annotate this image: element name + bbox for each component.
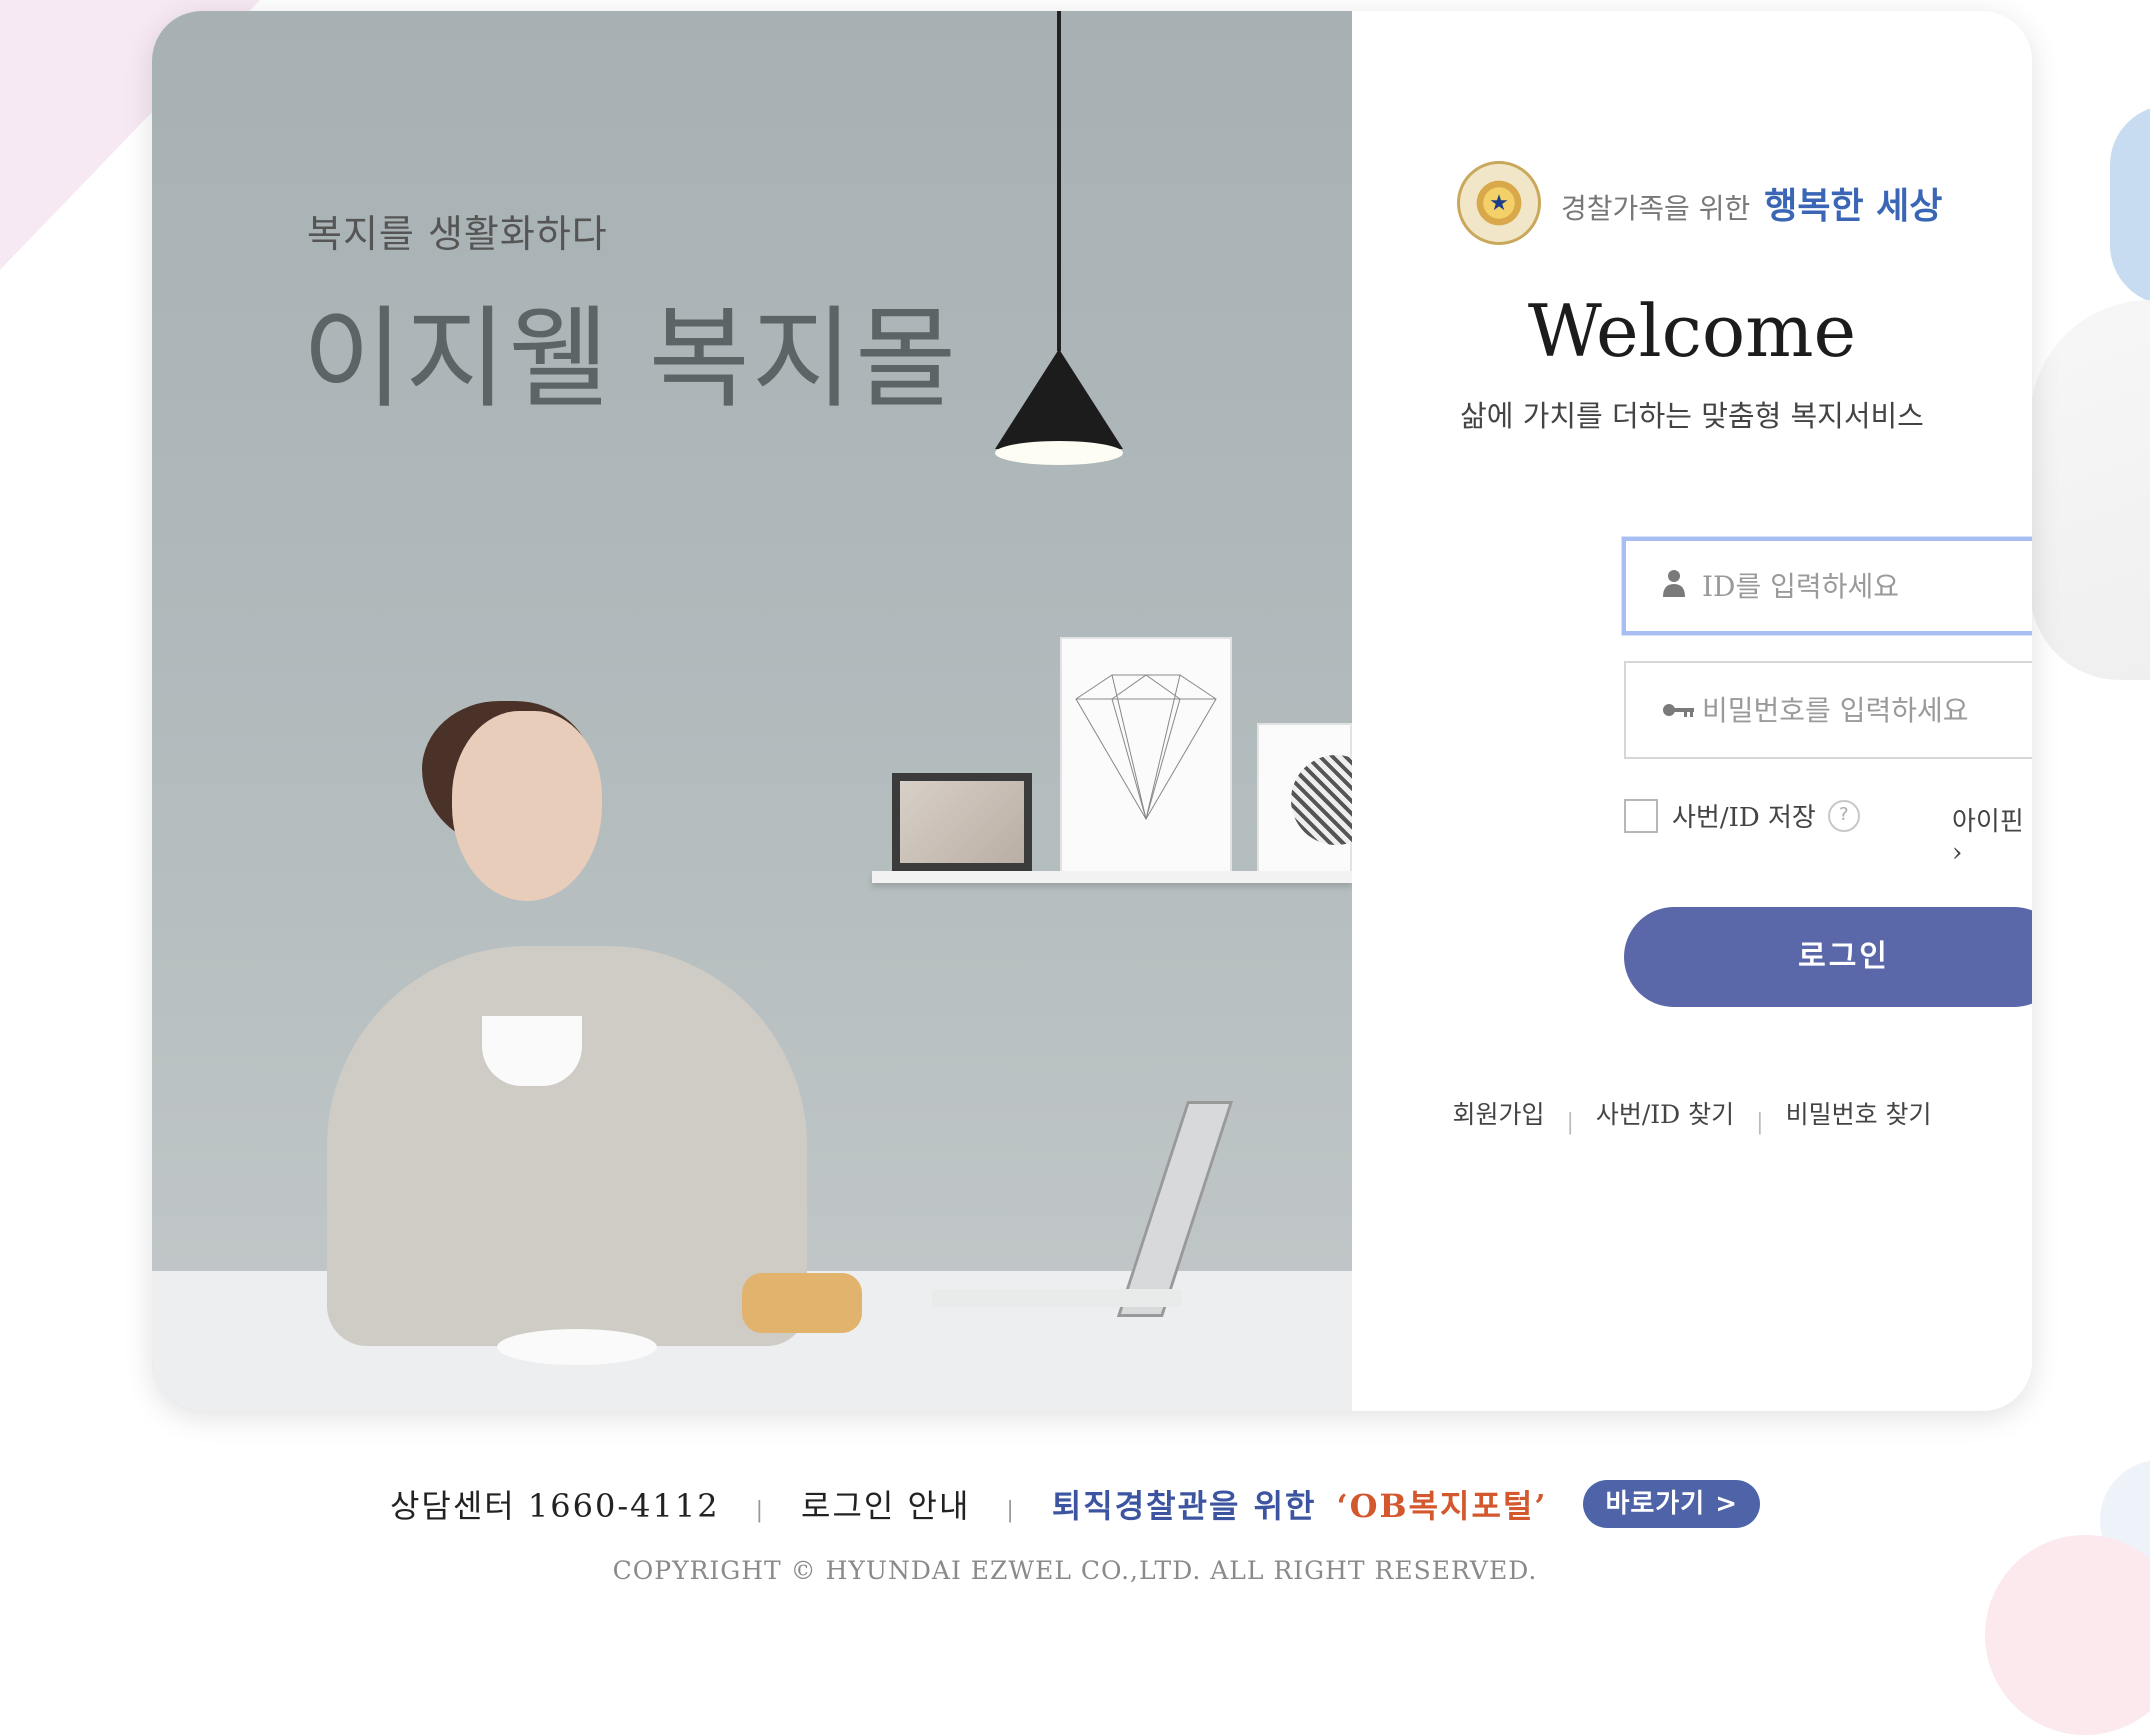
- wall-shelf: [872, 871, 1352, 883]
- person-sweater: [327, 946, 807, 1346]
- coffee-cup: [482, 1016, 582, 1086]
- id-field[interactable]: [1622, 537, 2032, 635]
- signup-link[interactable]: 회원가입: [1452, 1100, 1544, 1129]
- ob-portal-go-button[interactable]: 바로가기 >: [1583, 1480, 1760, 1528]
- decorative-blue-shape: [2110, 105, 2150, 305]
- diamond-frame: [1060, 637, 1232, 873]
- brand-text: 경찰가족을 위한 행복한 세상: [1561, 177, 1942, 229]
- password-field[interactable]: [1624, 661, 2032, 759]
- person-face: [452, 711, 602, 901]
- login-panel: ★ 경찰가족을 위한 행복한 세상 Welcome 삶에 가치를 더하는 맞춤형 …: [1352, 11, 2032, 1411]
- welcome-heading: Welcome: [1527, 289, 1857, 373]
- emblem-star: ★: [1489, 190, 1509, 216]
- login-guide-link[interactable]: 로그인 안내: [801, 1481, 970, 1527]
- footer-info: 상담센터 1660-4112 | 로그인 안내 | 퇴직경찰관을 위한 ‘OB복…: [0, 1480, 2150, 1528]
- brand-title: 행복한 세상: [1764, 186, 1943, 227]
- remember-id-checkbox[interactable]: [1624, 798, 1658, 833]
- ipin-link[interactable]: 아이핀 ›: [1952, 801, 2032, 868]
- pendant-lamp: [995, 349, 1123, 449]
- welcome-subtitle: 삶에 가치를 더하는 맞춤형 복지서비스: [1460, 399, 1924, 433]
- footer-separator: |: [755, 1497, 766, 1523]
- footer-separator: |: [1006, 1497, 1016, 1523]
- link-separator: |: [1566, 1110, 1574, 1135]
- plate: [497, 1329, 657, 1365]
- hero-image: 복지를 생활화하다 이지웰 복지몰: [152, 11, 1352, 1411]
- wave-circle: [1291, 755, 1352, 845]
- laptop-base: [932, 1289, 1182, 1307]
- account-links: 회원가입 | 사번/ID 찾기 | 비밀번호 찾기: [1352, 1095, 2032, 1135]
- decorative-grey-shape: [2030, 300, 2150, 680]
- user-icon: [1662, 569, 1686, 604]
- remember-id-label[interactable]: 사번/ID 저장: [1672, 797, 1816, 834]
- login-button[interactable]: 로그인: [1624, 907, 2032, 1007]
- remember-id-row: 사번/ID 저장 ?: [1624, 797, 1860, 834]
- pancakes: [742, 1273, 862, 1333]
- find-id-link[interactable]: 사번/ID 찾기: [1596, 1100, 1734, 1129]
- password-input[interactable]: [1700, 692, 2032, 728]
- ob-portal-name: ‘OB복지포털’: [1336, 1487, 1548, 1525]
- brand-logo[interactable]: ★ 경찰가족을 위한 행복한 세상: [1457, 161, 1942, 245]
- hero-tagline: 복지를 생활화하다: [307, 212, 608, 256]
- link-separator: |: [1756, 1110, 1764, 1135]
- consult-center: 상담센터 1660-4112: [389, 1487, 720, 1525]
- key-icon: [1662, 695, 1694, 725]
- lamp-light: [995, 441, 1123, 465]
- ob-portal-label: 퇴직경찰관을 위한: [1051, 1487, 1317, 1525]
- police-emblem-icon: ★: [1457, 161, 1541, 245]
- help-icon[interactable]: ?: [1827, 799, 1860, 832]
- id-input[interactable]: [1700, 568, 2032, 604]
- hero-headline: 이지웰 복지몰: [302, 295, 959, 423]
- lamp-cord: [1057, 11, 1061, 351]
- login-card: 복지를 생활화하다 이지웰 복지몰 ★ 경찰가족을 위한 행복한 세상 Welco…: [152, 11, 2032, 1411]
- copyright: COPYRIGHT © HYUNDAI EZWEL CO.,LTD. ALL R…: [612, 1556, 1538, 1585]
- family-photo: [900, 781, 1024, 863]
- brand-subtitle: 경찰가족을 위한: [1561, 192, 1751, 225]
- find-password-link[interactable]: 비밀번호 찾기: [1786, 1100, 1932, 1129]
- family-photo-frame: [892, 773, 1032, 871]
- wave-art-frame: [1257, 723, 1352, 873]
- diamond-drawing: [1075, 674, 1217, 820]
